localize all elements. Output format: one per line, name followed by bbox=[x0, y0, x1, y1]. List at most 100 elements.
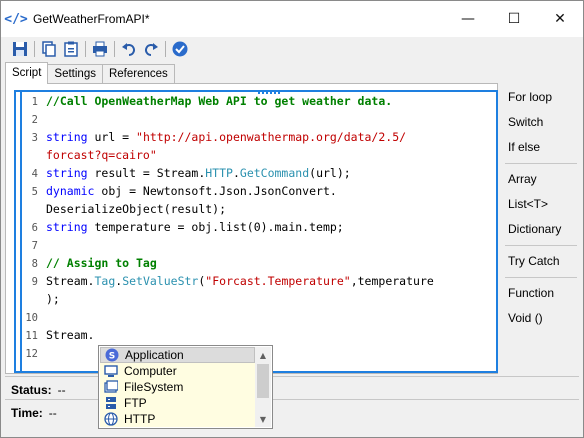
window-title: GetWeatherFromAPI* bbox=[33, 12, 150, 26]
code-token: dynamic bbox=[46, 184, 95, 198]
code-token: GetCommand bbox=[239, 166, 310, 180]
maximize-button[interactable]: ☐ bbox=[491, 1, 537, 37]
snippet-divider bbox=[505, 277, 577, 278]
code-token: (url); bbox=[309, 166, 351, 180]
time-label: Time: bbox=[11, 405, 43, 420]
tab-strip: Script Settings References bbox=[5, 62, 175, 84]
toolbar-divider bbox=[34, 41, 35, 57]
autocomplete-scrollbar[interactable]: ▲ ▼ bbox=[255, 347, 271, 427]
line-number: 8 bbox=[31, 258, 38, 270]
line-number: 7 bbox=[31, 240, 38, 252]
s-circle-icon: S bbox=[105, 348, 119, 362]
code-token: string bbox=[46, 166, 88, 180]
code-token: url = bbox=[87, 130, 137, 144]
snippet-dictionary[interactable]: Dictionary bbox=[501, 217, 581, 242]
code-token: obj = Newtonsoft.Json.JsonConvert. bbox=[94, 184, 337, 198]
ftp-icon bbox=[104, 396, 118, 410]
snippet-sidebar: For loop Switch If else Array List<T> Di… bbox=[501, 83, 581, 374]
computer-icon bbox=[104, 364, 118, 378]
code-token: string bbox=[46, 220, 88, 234]
snippet-try-catch[interactable]: Try Catch bbox=[501, 249, 581, 274]
code-token: Stream. bbox=[46, 274, 95, 288]
toolbar-divider bbox=[165, 41, 166, 57]
line-number: 6 bbox=[31, 222, 38, 234]
autocomplete-item-application[interactable]: S Application bbox=[100, 347, 255, 363]
code-icon: </> bbox=[4, 11, 28, 27]
script-panel: 1 //Call OpenWeatherMap Web API to get w… bbox=[5, 83, 498, 374]
paste-icon[interactable] bbox=[60, 39, 82, 59]
tab-script[interactable]: Script bbox=[5, 62, 49, 84]
autocomplete-item-http[interactable]: HTTP bbox=[100, 411, 255, 427]
snippet-if-else[interactable]: If else bbox=[501, 135, 581, 160]
status-label: Status: bbox=[11, 382, 52, 397]
snippet-switch[interactable]: Switch bbox=[501, 110, 581, 135]
code-token: . bbox=[232, 166, 240, 180]
save-icon[interactable] bbox=[9, 39, 31, 59]
toolbar-divider bbox=[114, 41, 115, 57]
scroll-up-icon[interactable]: ▲ bbox=[255, 347, 271, 363]
minimize-button[interactable]: — bbox=[445, 1, 491, 37]
snippet-list[interactable]: List<T> bbox=[501, 192, 581, 217]
scroll-down-icon[interactable]: ▼ bbox=[255, 411, 271, 427]
autocomplete-item-filesystem[interactable]: FileSystem bbox=[100, 379, 255, 395]
status-value: -- bbox=[57, 382, 66, 397]
line-number: 2 bbox=[31, 114, 38, 126]
snippet-divider bbox=[505, 163, 577, 164]
globe-icon bbox=[104, 412, 118, 426]
line-number: 1 bbox=[31, 96, 38, 108]
code-line: string url = "http://api.openwathermap.o… bbox=[46, 130, 406, 144]
code-token: "http://api.openwathermap.org/data/2.5/ bbox=[136, 130, 407, 144]
code-token: Tag bbox=[94, 274, 116, 288]
snippet-for-loop[interactable]: For loop bbox=[501, 85, 581, 110]
copy-icon[interactable] bbox=[38, 39, 60, 59]
filesystem-icon bbox=[104, 380, 118, 394]
code-line: //Call OpenWeatherMap Web API to get wea… bbox=[46, 94, 393, 108]
redo-icon[interactable] bbox=[140, 39, 162, 59]
autocomplete-label: FileSystem bbox=[124, 380, 184, 394]
gutter-bar bbox=[20, 92, 22, 371]
snippet-void[interactable]: Void () bbox=[501, 306, 581, 331]
code-token: ,temperature bbox=[350, 274, 434, 288]
svg-text:S: S bbox=[109, 352, 115, 362]
tab-references[interactable]: References bbox=[101, 64, 175, 84]
code-token: HTTP bbox=[205, 166, 233, 180]
autocomplete-label: HTTP bbox=[124, 412, 156, 426]
autocomplete-item-computer[interactable]: Computer bbox=[100, 363, 255, 379]
code-token: forcast?q=cairo" bbox=[46, 148, 157, 162]
scroll-thumb[interactable] bbox=[257, 364, 269, 398]
line-number: 3 bbox=[31, 132, 38, 144]
snippet-function[interactable]: Function bbox=[501, 281, 581, 306]
code-line: ); bbox=[46, 292, 60, 306]
autocomplete-label: Computer bbox=[124, 364, 177, 378]
autocomplete-label: Application bbox=[125, 348, 184, 362]
undo-icon[interactable] bbox=[118, 39, 140, 59]
code-line: DeserializeObject(result); bbox=[46, 202, 227, 216]
code-token: SetValueStr bbox=[122, 274, 199, 288]
code-token: string bbox=[46, 130, 88, 144]
code-line: dynamic obj = Newtonsoft.Json.JsonConver… bbox=[46, 184, 337, 198]
code-token: "Forcast.Temperature" bbox=[205, 274, 351, 288]
line-number: 5 bbox=[31, 186, 38, 198]
line-number: 12 bbox=[25, 348, 38, 360]
check-icon[interactable] bbox=[169, 39, 191, 59]
title-bar: </> GetWeatherFromAPI* — ☐ ✕ bbox=[1, 1, 583, 37]
code-editor[interactable]: 1 //Call OpenWeatherMap Web API to get w… bbox=[14, 90, 498, 373]
autocomplete-label: FTP bbox=[124, 396, 147, 410]
window-controls: — ☐ ✕ bbox=[445, 1, 583, 37]
print-icon[interactable] bbox=[89, 39, 111, 59]
line-number: 9 bbox=[31, 276, 38, 288]
line-number: 4 bbox=[31, 168, 38, 180]
line-number: 11 bbox=[25, 330, 38, 342]
snippet-divider bbox=[505, 245, 577, 246]
toolbar bbox=[1, 37, 583, 61]
tab-settings[interactable]: Settings bbox=[47, 64, 103, 84]
code-token: temperature = obj.list(0).main.temp; bbox=[87, 220, 344, 234]
line-number: 10 bbox=[25, 312, 38, 324]
autocomplete-item-ftp[interactable]: FTP bbox=[100, 395, 255, 411]
time-value: -- bbox=[48, 405, 57, 420]
snippet-array[interactable]: Array bbox=[501, 167, 581, 192]
toolbar-divider bbox=[85, 41, 86, 57]
code-token: result = Stream. bbox=[87, 166, 206, 180]
code-line: string result = Stream.HTTP.GetCommand(u… bbox=[46, 166, 351, 180]
close-button[interactable]: ✕ bbox=[537, 1, 583, 37]
